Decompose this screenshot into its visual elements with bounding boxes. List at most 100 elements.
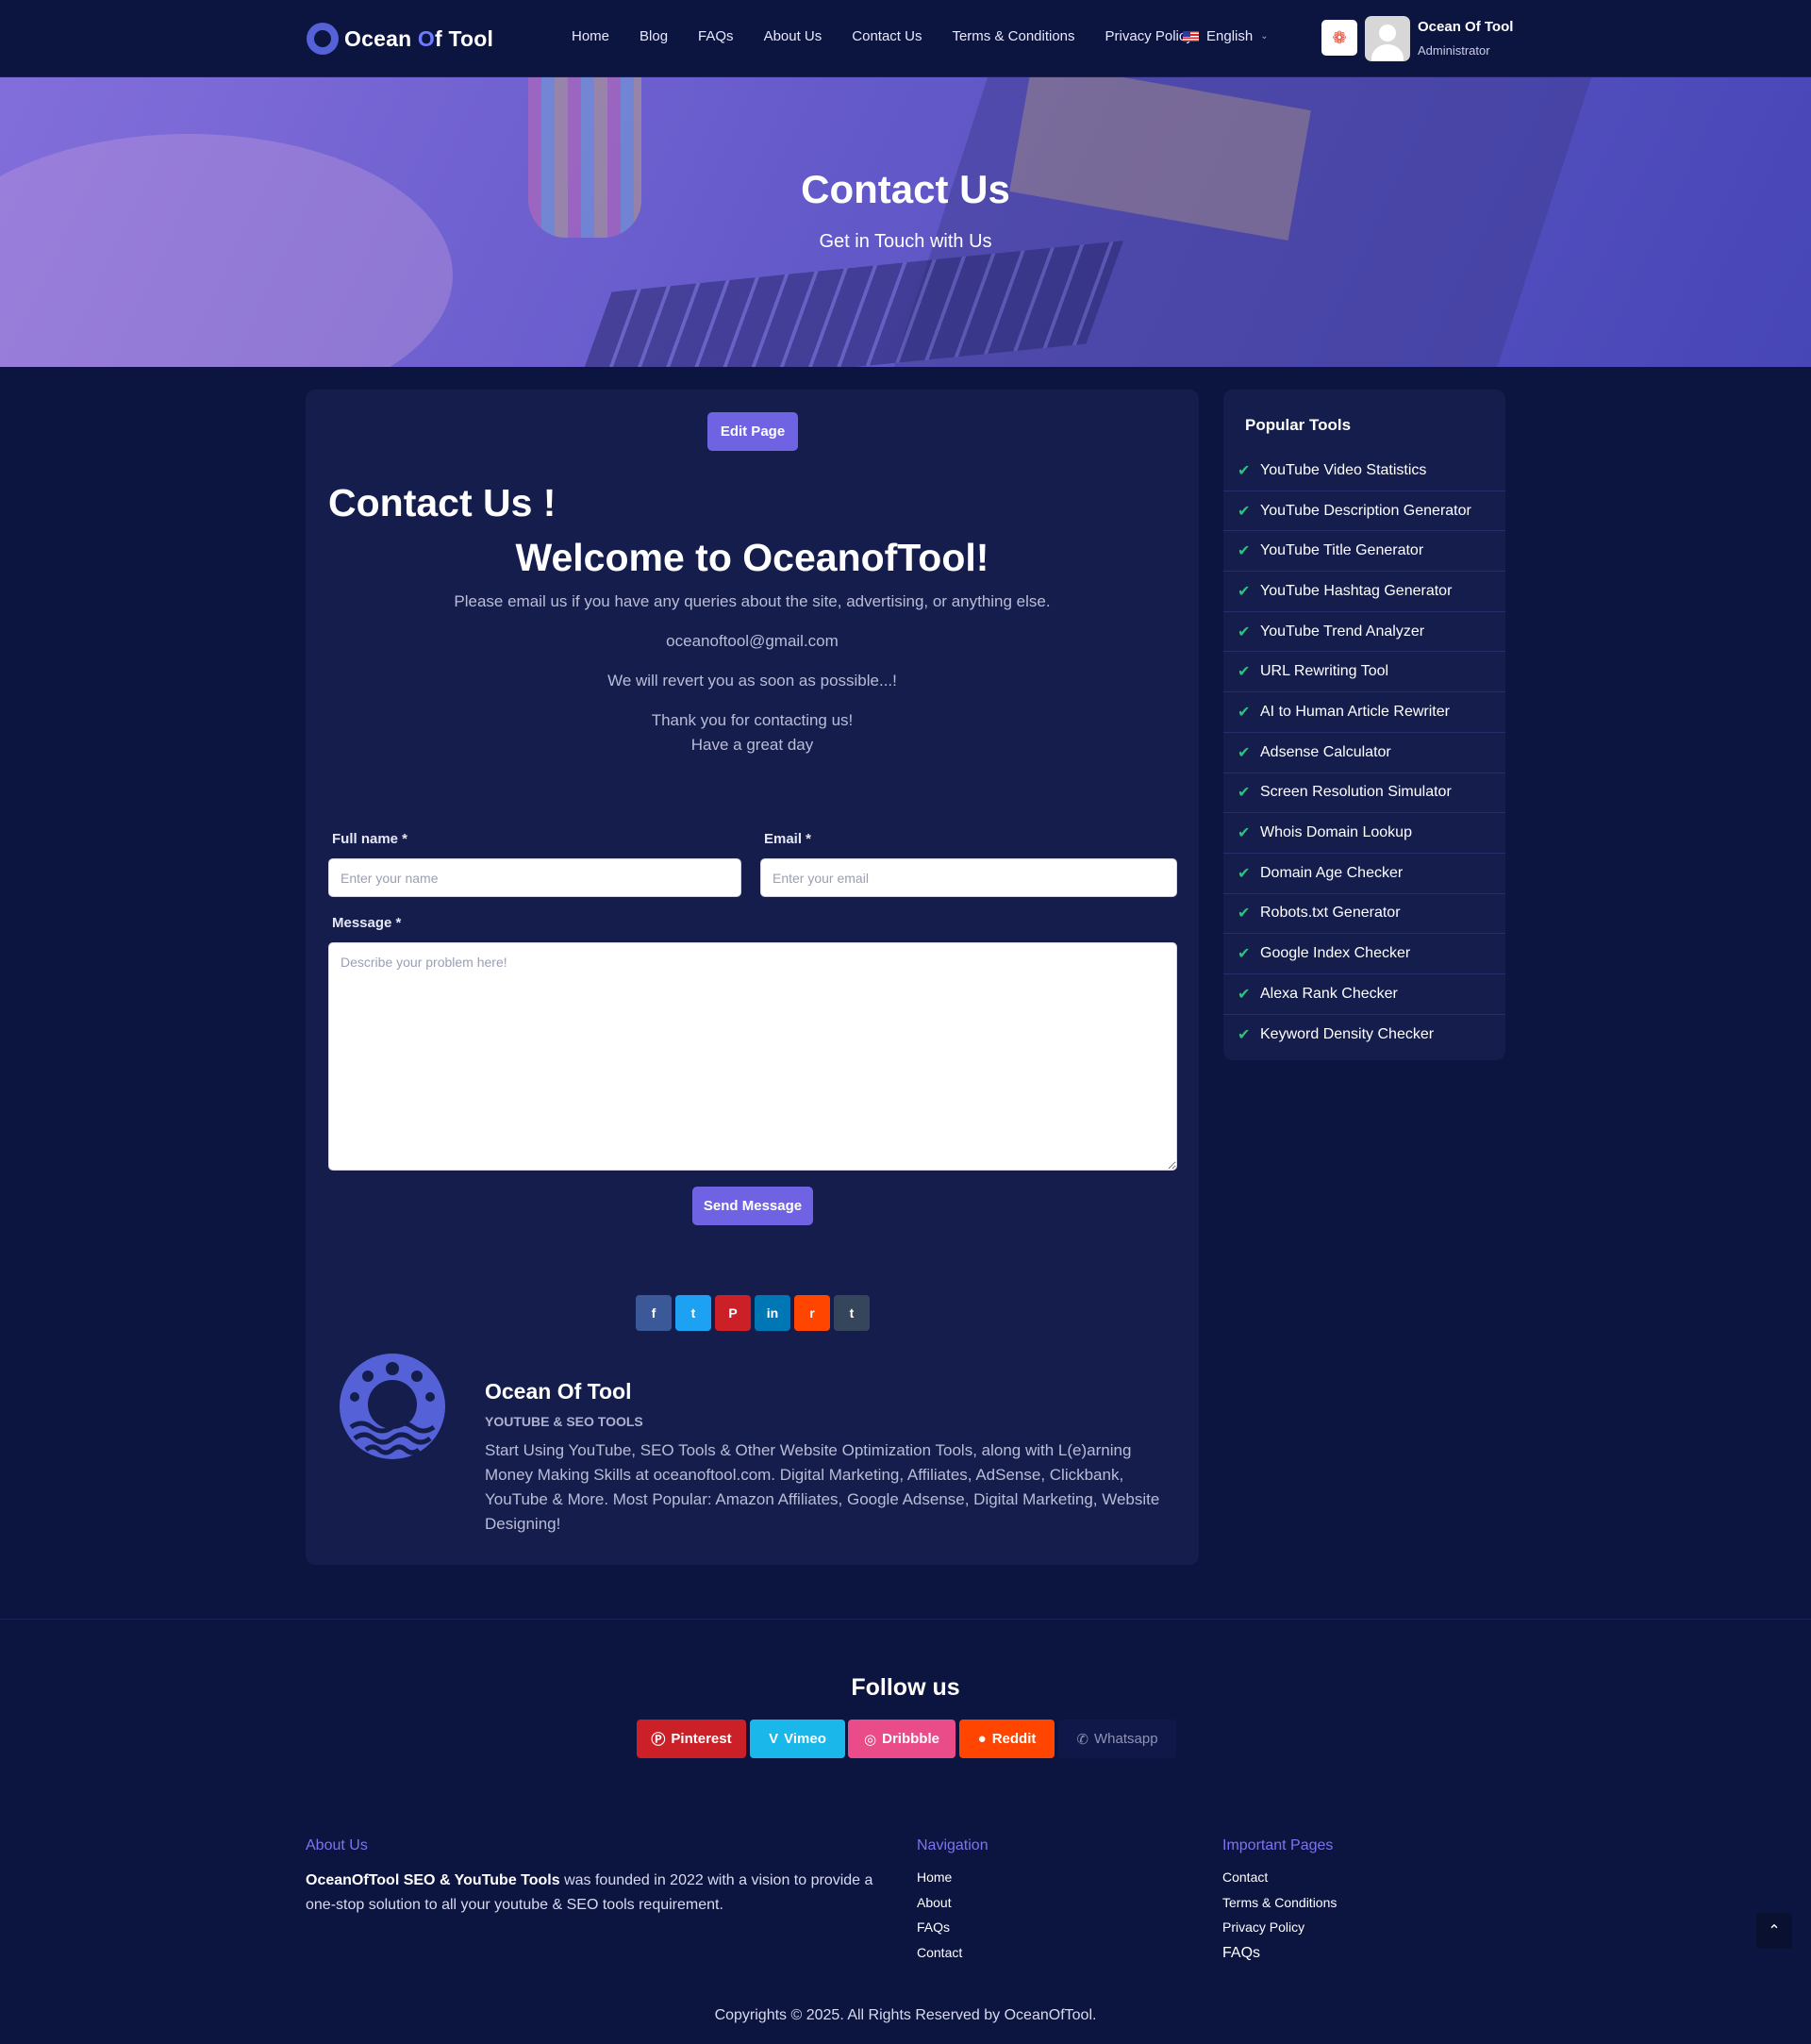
tool-name: Keyword Density Checker — [1260, 1025, 1435, 1042]
tool-list-item[interactable]: ✔ YouTube Title Generator — [1223, 531, 1505, 573]
twitter-share-button[interactable]: t — [675, 1295, 711, 1331]
pinterest-share-button[interactable]: P — [715, 1295, 751, 1331]
user-avatar[interactable] — [1365, 16, 1410, 61]
facebook-share-button[interactable]: f — [636, 1295, 672, 1331]
chevron-down-icon: ⌄ — [1260, 31, 1269, 42]
follow-reddit-button[interactable]: ● Reddit — [959, 1720, 1055, 1758]
footer-link-about[interactable]: About — [917, 1895, 952, 1910]
reddit-share-button[interactable]: r — [794, 1295, 830, 1331]
language-selector[interactable]: English ⌄ — [1183, 28, 1269, 44]
check-icon: ✔ — [1238, 704, 1251, 721]
gear-icon: ❁ — [1332, 27, 1347, 47]
tool-name: URL Rewriting Tool — [1260, 663, 1389, 680]
contact-card: Edit Page Contact Us ! Welcome to Oceano… — [306, 390, 1199, 1565]
tool-list-item[interactable]: ✔ Domain Age Checker — [1223, 854, 1505, 894]
follow-label: Reddit — [991, 1731, 1037, 1747]
footer-link-contact[interactable]: Contact — [917, 1945, 962, 1960]
footer-link-contact-page[interactable]: Contact — [1222, 1870, 1268, 1885]
check-icon: ✔ — [1238, 543, 1251, 560]
follow-label: Vimeo — [784, 1731, 826, 1747]
tool-name: Google Index Checker — [1260, 945, 1411, 962]
site-logo[interactable]: Ocean Of Tool — [307, 21, 493, 57]
tool-name: Domain Age Checker — [1260, 864, 1404, 881]
tool-list-item[interactable]: ✔ Adsense Calculator — [1223, 733, 1505, 773]
full-name-input[interactable] — [328, 858, 741, 897]
follow-vimeo-button[interactable]: V Vimeo — [750, 1720, 845, 1758]
tool-name: AI to Human Article Rewriter — [1260, 703, 1450, 720]
tool-list-item[interactable]: ✔ Whois Domain Lookup — [1223, 813, 1505, 854]
tool-list-item[interactable]: ✔ Keyword Density Checker — [1223, 1015, 1505, 1055]
us-flag-icon — [1183, 31, 1199, 42]
check-icon: ✔ — [1238, 865, 1251, 882]
nav-home[interactable]: Home — [572, 28, 609, 44]
tool-list-item[interactable]: ✔ Google Index Checker — [1223, 934, 1505, 974]
copyright-text: Copyrights © 2025. All Rights Reserved b… — [714, 2007, 1097, 2023]
follow-title: Follow us — [851, 1674, 960, 1701]
intro-text: Please email us if you have any queries … — [454, 592, 1051, 610]
linkedin-share-button[interactable]: in — [755, 1295, 790, 1331]
nav-about-us[interactable]: About Us — [764, 28, 822, 44]
tool-list-item[interactable]: ✔ Robots.txt Generator — [1223, 894, 1505, 935]
check-icon: ✔ — [1238, 623, 1251, 640]
hero-bg-mug — [528, 77, 641, 238]
tool-list-item[interactable]: ✔ YouTube Trend Analyzer — [1223, 612, 1505, 653]
check-icon: ✔ — [1238, 1026, 1251, 1043]
tool-name: YouTube Video Statistics — [1260, 461, 1427, 478]
nav-privacy[interactable]: Privacy Policy — [1105, 28, 1193, 44]
footer-link-terms[interactable]: Terms & Conditions — [1222, 1895, 1337, 1910]
tool-name: Adsense Calculator — [1260, 743, 1391, 760]
language-label: English — [1206, 28, 1254, 44]
user-name[interactable]: Ocean Of Tool — [1418, 19, 1513, 35]
contact-email[interactable]: oceanoftool@gmail.com — [306, 632, 1199, 651]
tumblr-share-button[interactable]: t — [834, 1295, 870, 1331]
footer-about-text: OceanOfTool SEO & YouTube Tools was foun… — [306, 1872, 873, 1913]
check-icon: ✔ — [1238, 946, 1251, 963]
tool-list-item[interactable]: ✔ AI to Human Article Rewriter — [1223, 692, 1505, 733]
tool-name: Alexa Rank Checker — [1260, 985, 1398, 1002]
check-icon: ✔ — [1238, 986, 1251, 1003]
tool-name: YouTube Hashtag Generator — [1260, 582, 1453, 599]
scroll-to-top-button[interactable]: ⌃ — [1756, 1913, 1792, 1949]
follow-label: Whatsapp — [1094, 1731, 1158, 1747]
author-name[interactable]: Ocean Of Tool — [485, 1379, 631, 1404]
author-bio: Start Using YouTube, SEO Tools & Other W… — [485, 1441, 1160, 1533]
hero-subtitle: Get in Touch with Us — [819, 231, 992, 252]
hero-banner: Contact Us Get in Touch with Us — [0, 77, 1811, 367]
settings-button[interactable]: ❁ — [1321, 20, 1357, 56]
check-icon: ✔ — [1238, 664, 1251, 681]
tool-list-item[interactable]: ✔ YouTube Hashtag Generator — [1223, 572, 1505, 612]
main-nav: Home Blog FAQs About Us Contact Us Terms… — [572, 28, 1223, 44]
welcome-heading: Welcome to OceanofTool! — [515, 536, 989, 579]
email-input[interactable] — [760, 858, 1177, 897]
thanks-text: Thank you for contacting us! — [651, 711, 854, 729]
tool-name: YouTube Description Generator — [1260, 502, 1471, 519]
edit-page-button[interactable]: Edit Page — [707, 412, 798, 451]
check-icon: ✔ — [1238, 785, 1251, 802]
follow-pinterest-button[interactable]: Ⓟ Pinterest — [637, 1720, 746, 1758]
revert-text: We will revert you as soon as possible..… — [607, 672, 897, 690]
send-message-button[interactable]: Send Message — [692, 1187, 813, 1225]
nav-contact-us[interactable]: Contact Us — [852, 28, 922, 44]
tool-list-item[interactable]: ✔ YouTube Video Statistics — [1223, 451, 1505, 491]
follow-whatsapp-button[interactable]: ✆ Whatsapp — [1058, 1720, 1176, 1758]
footer-brand: OceanOfTool SEO & YouTube Tools — [306, 1872, 560, 1888]
footer-link-privacy[interactable]: Privacy Policy — [1222, 1919, 1304, 1935]
check-icon: ✔ — [1238, 583, 1251, 600]
tool-name: YouTube Title Generator — [1260, 542, 1424, 559]
tool-list-item[interactable]: ✔ URL Rewriting Tool — [1223, 652, 1505, 693]
tool-list-item[interactable]: ✔ Screen Resolution Simulator — [1223, 773, 1505, 814]
pinterest-icon: P — [728, 1305, 738, 1321]
nav-blog[interactable]: Blog — [640, 28, 668, 44]
nav-faqs[interactable]: FAQs — [698, 28, 734, 44]
footer-link-faqs-page[interactable]: FAQs — [1222, 1945, 1260, 1962]
follow-dribbble-button[interactable]: ◎ Dribbble — [848, 1720, 955, 1758]
footer-link-home[interactable]: Home — [917, 1870, 952, 1885]
tool-list-item[interactable]: ✔ YouTube Description Generator — [1223, 491, 1505, 532]
popular-tools-card: Popular Tools ✔ YouTube Video Statistics ✔… — [1223, 390, 1505, 1060]
message-label: Message * — [332, 915, 402, 931]
footer-link-faqs[interactable]: FAQs — [917, 1919, 950, 1935]
tool-list-item[interactable]: ✔ Alexa Rank Checker — [1223, 974, 1505, 1015]
message-textarea[interactable] — [328, 942, 1177, 1171]
whatsapp-icon: ✆ — [1076, 1731, 1089, 1748]
nav-terms[interactable]: Terms & Conditions — [952, 28, 1074, 44]
